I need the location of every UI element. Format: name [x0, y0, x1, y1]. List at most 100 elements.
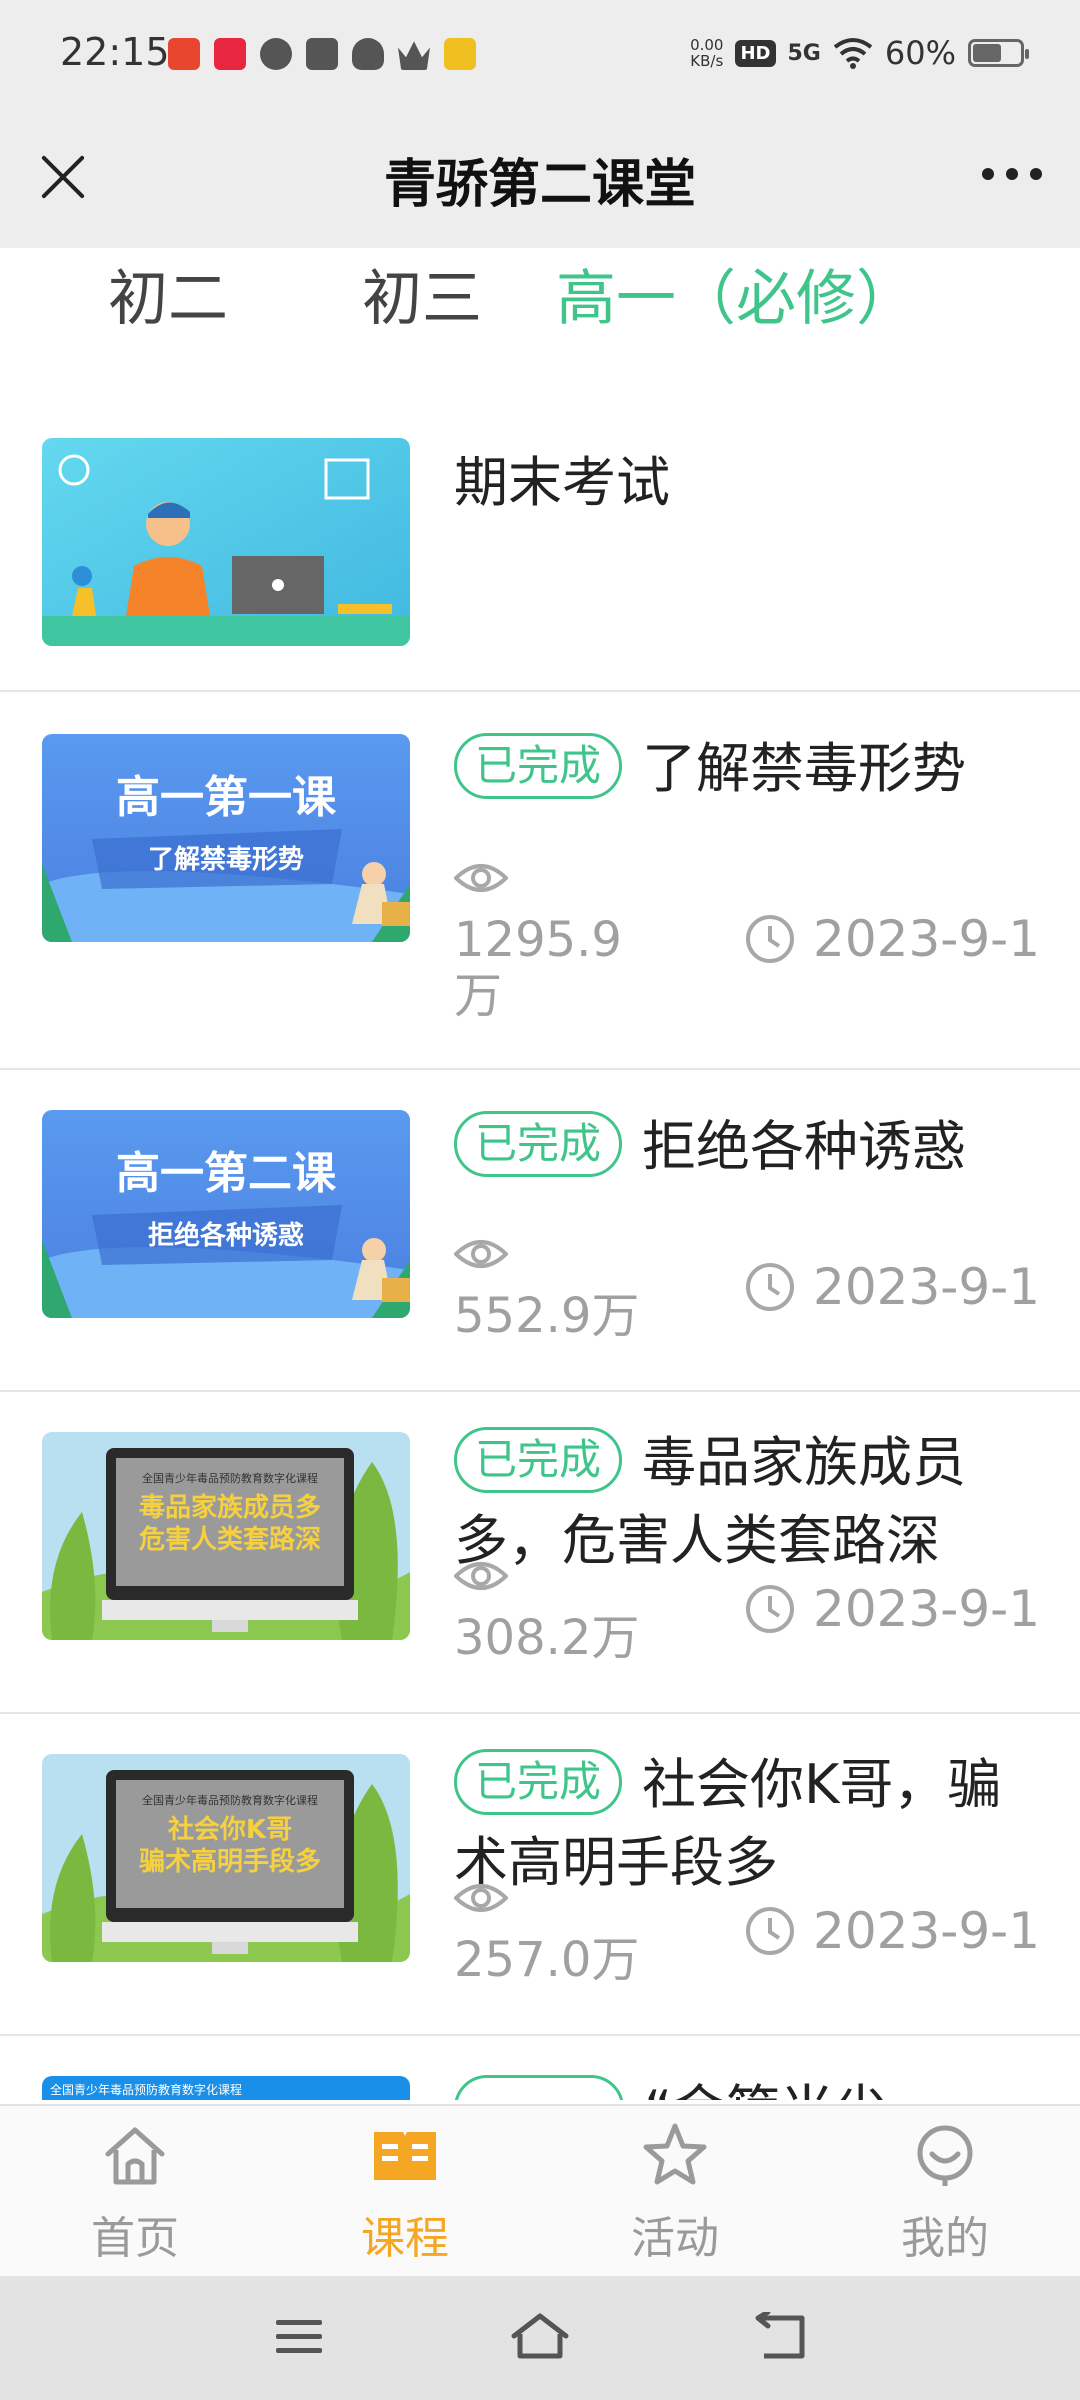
course-item[interactable]: 高一第一课 了解禁毒形势 已完成 了解禁毒形势 1295.9万 2023-9-1 — [0, 694, 1080, 1070]
app-notification-icon — [306, 38, 338, 70]
course-thumbnail — [42, 438, 410, 646]
course-title-text: 了解禁毒形势 — [642, 737, 967, 800]
thumbnail-title: 高一第一课 — [116, 772, 337, 823]
status-badge — [454, 2075, 624, 2100]
nav-home[interactable]: 首页 — [0, 2106, 270, 2278]
publish-date: 2023-9-1 — [745, 1902, 1040, 1960]
status-badge: 已完成 — [454, 1111, 623, 1178]
status-badge: 已完成 — [454, 733, 623, 800]
battery-percent: 60% — [884, 34, 956, 72]
book-icon — [374, 2132, 436, 2180]
app-notification-icon — [214, 38, 246, 70]
view-count-value: 308.2万 — [454, 1610, 640, 1666]
app-notification-icon — [260, 38, 292, 70]
thumbnail-subtitle: 拒绝各种诱惑 — [148, 1220, 304, 1251]
view-count: 308.2万 — [453, 1554, 640, 1666]
thumbnail-header: 全国青少年毒品预防教育数字化课程 — [142, 1471, 318, 1485]
tab-grade-10-required[interactable]: 高一（必修） — [556, 250, 916, 337]
eye-icon — [453, 1562, 509, 1590]
nav-home-label: 首页 — [91, 2213, 179, 2264]
page-title: 青骄第二课堂 — [383, 155, 696, 215]
course-title: “金箍当尖 — [454, 2072, 1040, 2100]
notification-icons — [168, 38, 476, 70]
clock-icon — [746, 1907, 795, 1955]
nav-activities[interactable]: 活动 — [540, 2106, 810, 2278]
course-item[interactable]: 全国青少年毒品预防教育数字化课程 毒品家族成员多 危害人类套路深 已完成 毒品家族… — [0, 1394, 1080, 1714]
back-icon[interactable] — [754, 2312, 808, 2362]
eye-icon — [453, 864, 509, 892]
nav-courses[interactable]: 课程 — [270, 2106, 540, 2278]
course-info: 已完成 毒品家族成员多，危害人类套路深 — [454, 1394, 1040, 1580]
course-thumbnail: 全国青少年毒品预防教育数字化课程 社会你K哥 骗术高明手段多 — [42, 1754, 410, 1962]
nav-courses-label: 课程 — [361, 2213, 449, 2264]
wifi-icon — [833, 38, 873, 69]
publish-date-value: 2023-9-1 — [813, 1258, 1040, 1316]
tab-grade-9[interactable]: 初三 — [362, 250, 482, 337]
crown-icon — [398, 41, 430, 70]
course-list[interactable]: 期末考试 高一第一课 了解禁毒形势 已完成 了解禁毒形势 1295.9万 202… — [0, 400, 1080, 2100]
nav-profile[interactable]: 我的 — [810, 2106, 1080, 2278]
nav-profile-label: 我的 — [901, 2213, 989, 2264]
smile-icon — [917, 2125, 973, 2186]
bottom-nav: 首页 课程 活动 我的 — [0, 2104, 1080, 2276]
course-info: 已完成 拒绝各种诱惑 — [454, 1072, 1040, 1186]
thumbnail-header: 全国青少年毒品预防教育数字化课程 — [50, 2082, 242, 2097]
course-item[interactable]: 全国青少年毒品预防教育数字化课程 社会你K哥 骗术高明手段多 已完成 社会你K哥，… — [0, 1716, 1080, 2036]
system-home-icon[interactable] — [510, 2312, 570, 2362]
publish-date: 2023-9-1 — [745, 910, 1040, 968]
course-thumbnail: 高一第一课 了解禁毒形势 — [42, 734, 410, 942]
clock-icon — [746, 1585, 795, 1633]
clock-icon — [746, 915, 795, 963]
thumbnail-header: 全国青少年毒品预防教育数字化课程 — [142, 1793, 318, 1807]
view-count: 1295.9万 — [453, 856, 644, 1024]
course-info: 期末考试 — [454, 400, 1040, 522]
publish-date-value: 2023-9-1 — [813, 1580, 1040, 1638]
view-count: 257.0万 — [453, 1876, 640, 1988]
network-speed-unit: KB/s — [690, 52, 724, 70]
view-count-value: 552.9万 — [454, 1288, 640, 1344]
signal-icon: 5G — [787, 40, 821, 66]
publish-date-value: 2023-9-1 — [813, 910, 1040, 968]
thumbnail-line-1: 毒品家族成员多 — [139, 1492, 321, 1523]
publish-date-value: 2023-9-1 — [813, 1902, 1040, 1960]
tab-grade-8[interactable]: 初二 — [108, 250, 228, 337]
title-bar: 青骄第二课堂 — [0, 112, 1080, 248]
battery-fill — [973, 44, 1001, 62]
status-badge: 已完成 — [454, 1749, 623, 1816]
course-title-text: “金箍当尖 — [644, 2079, 888, 2100]
status-badge: 已完成 — [454, 1427, 623, 1494]
system-nav-bar — [0, 2276, 1080, 2400]
course-info: 已完成 社会你K哥，骗术高明手段多 — [454, 1716, 1040, 1902]
course-thumbnail: 全国青少年毒品预防教育数字化课程 — [42, 2076, 410, 2100]
status-indicators: 0.00 KB/s HD 5G 60% — [690, 34, 1029, 72]
menu-icon[interactable] — [274, 2312, 324, 2362]
app-notification-icon — [168, 38, 200, 70]
view-count-value: 257.0万 — [454, 1932, 640, 1988]
course-info: 已完成 了解禁毒形势 — [454, 694, 1040, 808]
course-thumbnail: 全国青少年毒品预防教育数字化课程 毒品家族成员多 危害人类套路深 — [42, 1432, 410, 1640]
course-title: 已完成 拒绝各种诱惑 — [454, 1108, 1040, 1186]
publish-date: 2023-9-1 — [745, 1580, 1040, 1638]
course-title: 期末考试 — [454, 451, 670, 514]
course-item[interactable]: 期末考试 — [0, 400, 1080, 692]
nav-activities-label: 活动 — [631, 2213, 719, 2264]
course-title: 已完成 了解禁毒形势 — [454, 730, 1040, 808]
grade-tabs: 初二 初三 高一（必修） — [0, 248, 1080, 358]
network-speed-value: 0.00 — [690, 36, 724, 54]
thumbnail-line-1: 社会你K哥 — [168, 1814, 292, 1845]
publish-date: 2023-9-1 — [745, 1258, 1040, 1316]
thumbnail-line-2: 骗术高明手段多 — [139, 1846, 321, 1877]
app-notification-icon — [444, 38, 476, 70]
hd-icon: HD — [735, 39, 776, 67]
course-item[interactable]: 高一第二课 拒绝各种诱惑 已完成 拒绝各种诱惑 552.9万 2023-9-1 — [0, 1072, 1080, 1392]
network-speed: 0.00 KB/s — [690, 37, 723, 69]
course-info: “金箍当尖 — [454, 2038, 1040, 2100]
more-options-icon[interactable] — [982, 168, 1042, 180]
view-count-value: 1295.9万 — [454, 912, 622, 1024]
thumbnail-subtitle: 了解禁毒形势 — [148, 845, 304, 875]
course-item[interactable]: 全国青少年毒品预防教育数字化课程 “金箍当尖 — [0, 2038, 1080, 2100]
eye-icon — [453, 1240, 509, 1268]
course-thumbnail: 高一第二课 拒绝各种诱惑 — [42, 1110, 410, 1318]
battery-icon — [968, 39, 1029, 67]
home-icon — [105, 2127, 165, 2185]
